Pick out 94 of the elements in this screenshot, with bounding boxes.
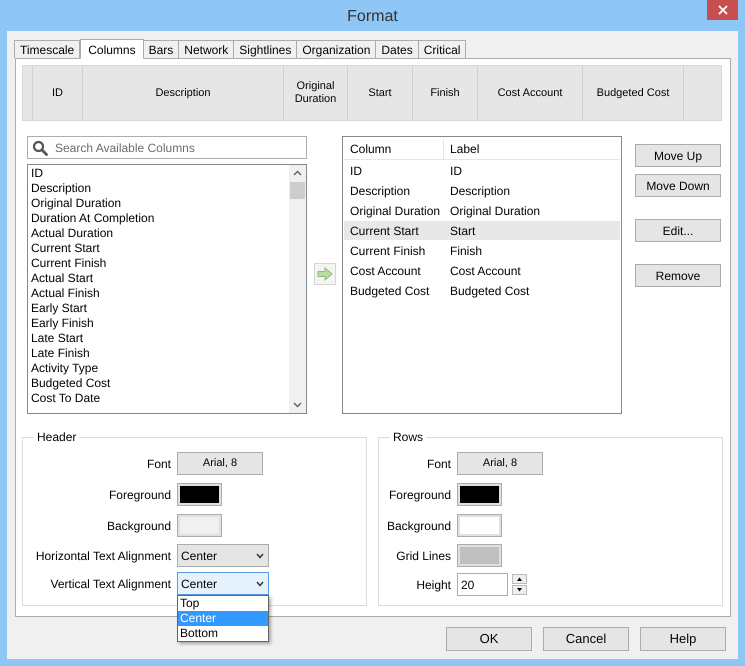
side-button[interactable]: Edit... [635, 219, 721, 242]
arrow-right-icon [316, 267, 332, 281]
column-header: Finish [413, 66, 478, 120]
field-label: Background [106, 518, 172, 534]
group-title: Rows [392, 429, 424, 446]
field-label: Height [415, 576, 452, 594]
group-title: Header [36, 429, 78, 446]
table-cell-text: Original Duration [449, 202, 542, 220]
column-header: Budgeted Cost [583, 66, 684, 120]
tab[interactable]: Timescale [14, 40, 80, 58]
list-item[interactable]: Duration At Completion [31, 211, 154, 226]
list-item[interactable]: Current Finish [31, 256, 106, 271]
close-button[interactable] [707, 0, 738, 20]
dropdown-value: Center [181, 576, 218, 592]
number-field[interactable]: 20 [457, 573, 508, 596]
table-cell-text: ID [349, 162, 363, 180]
field-label: Font [426, 456, 452, 472]
scrollbar-thumb[interactable] [290, 182, 305, 199]
field-label: Vertical Text Alignment [49, 576, 172, 592]
table-row[interactable]: Cost Account Cost Account [344, 261, 620, 280]
tab[interactable]: Organization [296, 40, 376, 58]
column-header: Label [449, 141, 480, 158]
table-cell-text: Description [349, 182, 412, 200]
font-button[interactable]: Arial, 8 [177, 452, 263, 475]
list-item[interactable]: Activity Type [31, 361, 98, 376]
list-item[interactable]: Original Duration [31, 196, 122, 211]
table-cell-text: Description [449, 182, 512, 200]
column-header: Cost Account [478, 66, 583, 120]
table-cell-text: Original Duration [349, 202, 442, 220]
dialog-button[interactable]: OK [446, 627, 532, 651]
list-item[interactable]: Budgeted Cost [31, 376, 110, 391]
tab[interactable]: Columns [80, 39, 144, 59]
tab[interactable]: Sightlines [233, 40, 298, 58]
column-list[interactable] [27, 164, 307, 414]
side-button[interactable]: Move Up [635, 144, 721, 167]
dropdown-option[interactable]: Bottom [178, 626, 268, 641]
list-item[interactable]: Early Finish [31, 316, 94, 331]
side-button[interactable]: Remove [635, 264, 721, 287]
column-header: Description [83, 66, 284, 120]
field-label: Horizontal Text Alignment [34, 548, 172, 564]
search-icon [32, 140, 48, 156]
selected-row[interactable]: Current Start Start [344, 221, 620, 240]
column-header: Column [344, 139, 444, 159]
dialog-button[interactable]: Cancel [543, 627, 629, 651]
list-item[interactable]: Actual Finish [31, 286, 100, 301]
list-item[interactable]: Late Start [31, 331, 84, 346]
close-icon [718, 5, 728, 15]
dropdown-option[interactable]: Top [178, 596, 268, 611]
column-header: Original Duration [284, 66, 348, 120]
chevron-down-icon [256, 580, 264, 586]
table-cell-text: Cost Account [449, 262, 522, 280]
table-cell-text: Start [449, 222, 476, 240]
list-item[interactable]: ID [31, 166, 43, 181]
chevron-down-icon [256, 552, 264, 558]
table-cell-text: Current Finish [349, 242, 426, 260]
table-cell-text: Cost Account [349, 262, 422, 280]
table-cell-text: Finish [449, 242, 484, 260]
side-button[interactable]: Move Down [635, 174, 721, 197]
dropdown-value: Center [181, 548, 218, 564]
font-button[interactable]: Arial, 8 [457, 452, 543, 475]
list-item[interactable]: Early Start [31, 301, 88, 316]
column-header: Start [348, 66, 413, 120]
scrollbar[interactable] [289, 165, 306, 413]
list-item[interactable]: Cost To Date [31, 391, 100, 406]
tab[interactable]: Critical [418, 40, 466, 58]
table-row[interactable]: Budgeted Cost Budgeted Cost [344, 281, 620, 300]
table-cell-text: Budgeted Cost [349, 282, 430, 300]
field-label: Foreground [388, 486, 452, 504]
table-row[interactable]: Current Finish Finish [344, 241, 620, 260]
dialog-button[interactable]: Help [640, 627, 726, 651]
list-item[interactable]: Description [31, 181, 92, 196]
dropdown[interactable]: Center [177, 572, 269, 595]
list-item[interactable]: Actual Duration [31, 226, 114, 241]
field-label: Background [386, 518, 452, 534]
search-field[interactable]: Search Available Columns [27, 136, 307, 159]
list-item[interactable]: Current Start [31, 241, 100, 256]
selected-columns-table[interactable]: Column Label ID ID Description Description Original Duration Original Duration Current Start Start Current Finish Finish Cost Account Cost Account Budgeted Cost Budgeted Cost [342, 136, 622, 414]
dropdown[interactable]: Center [177, 544, 269, 567]
field-label: Foreground [108, 486, 172, 504]
spin-down-icon[interactable] [512, 585, 527, 595]
spin-up-icon[interactable] [512, 574, 527, 584]
field-label: Font [146, 456, 172, 472]
list-item[interactable]: Late Finish [31, 346, 90, 361]
dropdown-list[interactable]: Top Center Bottom [177, 595, 269, 642]
table-cell-text: ID [449, 162, 463, 180]
table-row[interactable]: Original Duration Original Duration [344, 201, 620, 220]
column-header: ID [33, 66, 83, 120]
table-cell-text: Current Start [349, 222, 420, 240]
table-cell-text: Budgeted Cost [449, 282, 530, 300]
window-title: Format [347, 6, 398, 26]
field-label: Grid Lines [395, 548, 452, 564]
table-row[interactable]: ID ID [344, 161, 620, 180]
list-item[interactable]: Actual Start [31, 271, 94, 286]
table-row[interactable]: Description Description [344, 181, 620, 200]
